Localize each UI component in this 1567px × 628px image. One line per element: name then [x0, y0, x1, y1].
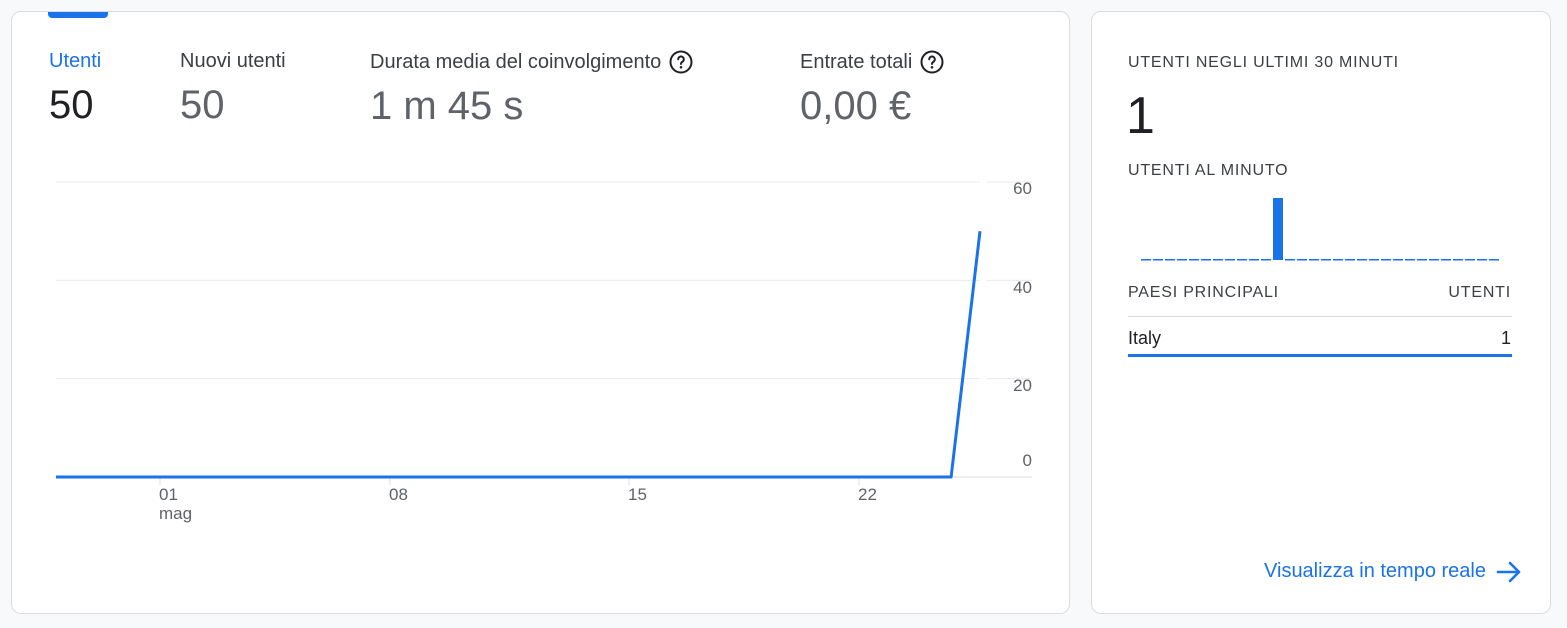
- table-divider: [1128, 316, 1512, 317]
- minute-bar: [1381, 259, 1391, 261]
- minute-bar: [1165, 259, 1175, 261]
- x-tick-label: 01: [159, 485, 178, 504]
- minute-bar: [1489, 259, 1499, 261]
- country-name: Italy: [1128, 328, 1162, 348]
- minute-bar: [1405, 259, 1415, 261]
- y-tick-label: 60: [1013, 179, 1032, 198]
- minute-bar: [1465, 259, 1475, 261]
- users-per-minute-chart: [1141, 198, 1499, 261]
- y-tick-label: 40: [1013, 278, 1032, 297]
- minute-bar: [1309, 259, 1319, 261]
- table-header-countries: PAESI PRINCIPALI: [1128, 284, 1279, 301]
- minute-bar: [1225, 259, 1235, 261]
- minute-bar: [1213, 259, 1223, 261]
- country-users: 1: [1500, 328, 1511, 348]
- x-tick-label: mag: [159, 504, 192, 523]
- view-realtime-link[interactable]: Visualizza in tempo reale: [1264, 560, 1522, 583]
- minute-bar: [1285, 259, 1295, 261]
- minute-bar: [1141, 259, 1151, 261]
- overview-card: Utenti 50 Nuovi utenti 50 Durata media d…: [11, 11, 1070, 614]
- minute-bar: [1189, 259, 1199, 261]
- users-line-chart: 60 40 20 0 01mag 08 15 22: [56, 179, 1032, 523]
- country-share-bar: [1128, 354, 1512, 357]
- minute-bar: [1333, 259, 1343, 261]
- view-realtime-label: Visualizza in tempo reale: [1264, 560, 1486, 582]
- minute-bar: [1177, 259, 1187, 261]
- minute-bar: [1201, 259, 1211, 261]
- realtime-user-count: 1: [1126, 87, 1155, 145]
- y-tick-label: 20: [1013, 376, 1032, 395]
- arrow-right-icon: [1496, 561, 1521, 582]
- per-minute-heading: UTENTI AL MINUTO: [1128, 162, 1289, 179]
- minute-bar: [1477, 259, 1487, 261]
- series-line: [56, 231, 982, 479]
- minute-bar: [1441, 259, 1451, 261]
- minute-bar: [1393, 259, 1403, 261]
- minute-bar: [1417, 259, 1427, 261]
- realtime-heading: UTENTI NEGLI ULTIMI 30 MINUTI: [1128, 54, 1399, 71]
- realtime-card: UTENTI NEGLI ULTIMI 30 MINUTI 1 UTENTI A…: [1091, 11, 1551, 614]
- minute-bar: [1249, 259, 1259, 261]
- minute-bar: [1261, 259, 1271, 261]
- minute-bar: [1153, 259, 1163, 261]
- minute-bar: [1321, 259, 1331, 261]
- x-tick-label: 08: [389, 485, 408, 504]
- minute-bar: [1429, 259, 1439, 261]
- minute-bar: [1357, 259, 1367, 261]
- minute-bar: [1237, 259, 1247, 261]
- table-header-users: UTENTI: [1448, 284, 1511, 301]
- minute-bar: [1453, 259, 1463, 261]
- y-tick-label: 0: [1023, 451, 1032, 470]
- minute-bar: [1273, 198, 1283, 260]
- minute-bar: [1297, 259, 1307, 261]
- minute-bar: [1345, 259, 1355, 261]
- x-tick-label: 15: [628, 485, 647, 504]
- minute-bar: [1369, 259, 1379, 261]
- x-tick-label: 22: [858, 485, 877, 504]
